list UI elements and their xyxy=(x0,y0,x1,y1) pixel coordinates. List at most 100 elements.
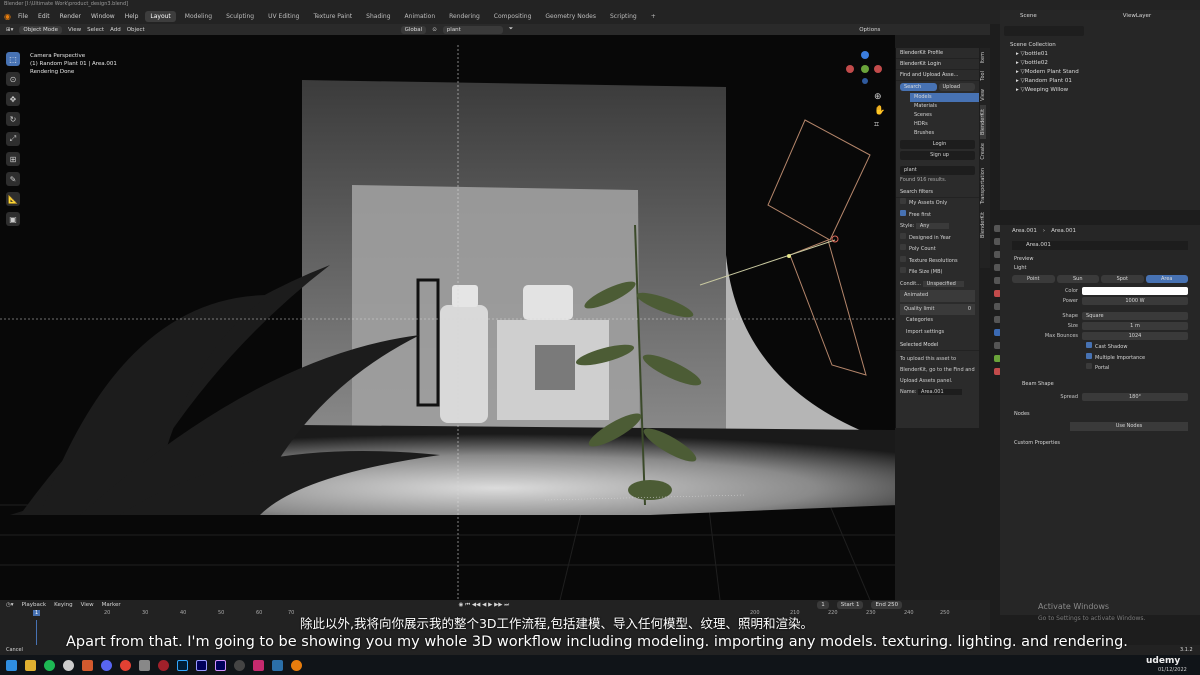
app-icon[interactable] xyxy=(139,659,150,671)
snap-icon[interactable]: ⊙ xyxy=(432,27,437,33)
workspace-tab-rendering[interactable]: Rendering xyxy=(444,11,485,22)
premiere-icon[interactable] xyxy=(196,659,207,671)
menu-view[interactable]: View xyxy=(68,27,81,33)
quality-limit-field[interactable]: Quality limit 0 xyxy=(900,303,975,315)
after-effects-icon[interactable] xyxy=(215,659,226,671)
power-field[interactable]: 1000 W xyxy=(1082,296,1188,305)
poly-count-checkbox[interactable]: Poly Count xyxy=(900,244,979,256)
workspace-tab-compositing[interactable]: Compositing xyxy=(489,11,537,22)
search-tab-button[interactable]: Search xyxy=(900,83,937,91)
workspace-tab-geometry-nodes[interactable]: Geometry Nodes xyxy=(540,11,601,22)
viewlayer-selector[interactable]: ViewLayer xyxy=(1123,13,1151,19)
playback-controls[interactable]: ◉ ⏮ ◀◀ ◀ ▶ ▶▶ ⏭ xyxy=(459,602,510,609)
light-type-area[interactable]: Area xyxy=(1145,275,1188,283)
menu-help[interactable]: Help xyxy=(122,13,142,20)
options-dropdown[interactable]: Options xyxy=(859,27,880,33)
upload-tab-button[interactable]: Upload xyxy=(938,83,975,91)
preview-section[interactable]: Preview xyxy=(1000,254,1200,263)
start-frame-field[interactable]: Start 1 xyxy=(836,601,864,609)
3d-viewport[interactable]: ⊕ ✋ ⌗ xyxy=(0,35,895,600)
vtab-view[interactable]: View xyxy=(980,85,986,105)
playhead[interactable] xyxy=(36,620,37,645)
beam-shape-section[interactable]: Beam Shape xyxy=(1000,380,1200,389)
light-name-field[interactable]: Area.001 xyxy=(1012,241,1188,250)
move-tool-icon[interactable]: ✥ xyxy=(6,92,20,106)
workspace-tab-sculpting[interactable]: Sculpting xyxy=(221,11,259,22)
windows-start-icon[interactable] xyxy=(6,659,17,671)
brave-icon[interactable] xyxy=(82,659,93,671)
file-explorer-icon[interactable] xyxy=(25,659,36,671)
light-type-point[interactable]: Point xyxy=(1012,275,1055,283)
unreal-icon[interactable] xyxy=(234,659,245,671)
workspace-tab-modeling[interactable]: Modeling xyxy=(180,11,217,22)
login-button[interactable]: Login xyxy=(900,140,975,149)
designed-in-year-checkbox[interactable]: Designed in Year xyxy=(900,232,979,245)
shape-dropdown[interactable]: Square xyxy=(1082,311,1188,320)
bottle-left[interactable] xyxy=(440,305,488,423)
timeline-view-menu[interactable]: View xyxy=(81,602,94,608)
vtab-transportation[interactable]: Transportation xyxy=(980,164,986,208)
current-frame-field[interactable]: 1 xyxy=(817,601,829,609)
free-first-checkbox[interactable]: Free first xyxy=(900,209,979,222)
condition-dropdown[interactable]: Condit... Unspecified xyxy=(900,279,979,291)
spotify-icon[interactable] xyxy=(44,659,55,671)
portal-checkbox[interactable]: Portal xyxy=(1086,363,1200,374)
area-light-gizmo[interactable] xyxy=(767,119,871,241)
editor-type-icon[interactable]: ⊞▾ xyxy=(6,27,13,33)
search-filters-toggle[interactable]: Search filters xyxy=(896,187,979,198)
vtab-blenderkit[interactable]: BlenderKit xyxy=(980,104,986,139)
transform-tool-icon[interactable]: ⊞ xyxy=(6,152,20,166)
outliner-item-modern-plant-stand[interactable]: ▸ ▽ Modern Plant Stand xyxy=(1000,67,1200,76)
menu-render[interactable]: Render xyxy=(57,13,84,20)
object-mode-dropdown[interactable]: Object Mode xyxy=(19,25,63,34)
category-materials[interactable]: Materials xyxy=(910,102,979,111)
annotate-tool-icon[interactable]: ✎ xyxy=(6,172,20,186)
outliner-item-weeping-willow[interactable]: ▸ ▽ Weeping Willow xyxy=(1000,85,1200,94)
timeline-tick-current[interactable]: 1 xyxy=(33,610,41,616)
my-assets-only-checkbox[interactable]: My Assets Only xyxy=(900,198,979,210)
signup-button[interactable]: Sign up xyxy=(900,151,975,160)
name-field[interactable]: Name: Area.001 xyxy=(900,387,975,398)
light-type-spot[interactable]: Spot xyxy=(1101,275,1144,283)
selected-model-header[interactable]: Selected Model xyxy=(896,340,979,351)
light-section[interactable]: Light xyxy=(1000,263,1200,272)
light-type-sun[interactable]: Sun xyxy=(1056,275,1099,283)
import-settings-toggle[interactable]: Import settings xyxy=(900,327,979,339)
resolve-icon[interactable] xyxy=(158,659,169,671)
blenderkit-profile-header[interactable]: BlenderKit Profile xyxy=(896,48,979,59)
find-upload-header[interactable]: Find and Upload Asse... xyxy=(896,70,979,81)
category-hdrs[interactable]: HDRs xyxy=(910,120,979,129)
max-bounces-field[interactable]: 1024 xyxy=(1082,331,1188,340)
cast-shadow-checkbox[interactable]: Cast Shadow xyxy=(1086,342,1200,353)
vtab-item[interactable]: Item xyxy=(980,48,986,67)
transform-orientation-dropdown[interactable]: Global xyxy=(400,25,427,34)
navigation-gizmo[interactable] xyxy=(846,51,882,84)
keying-menu[interactable]: Keying xyxy=(54,602,72,608)
file-size-checkbox[interactable]: File Size (MB) xyxy=(900,267,979,279)
vtab-blenderkit-2[interactable]: BlenderKit xyxy=(980,208,986,242)
add-cube-tool-icon[interactable]: ▣ xyxy=(6,212,20,226)
workspace-tab-shading[interactable]: Shading xyxy=(361,11,395,22)
outliner-search-input[interactable] xyxy=(1004,26,1084,36)
chrome-icon[interactable] xyxy=(120,659,131,671)
menu-file[interactable]: File xyxy=(15,13,31,20)
category-models[interactable]: Models xyxy=(910,93,979,102)
photoshop-icon[interactable] xyxy=(177,659,188,671)
header-search-input[interactable]: plant xyxy=(442,25,503,34)
workspace-tab-scripting[interactable]: Scripting xyxy=(605,11,642,22)
scale-tool-icon[interactable]: ⤢ xyxy=(6,132,20,146)
jar[interactable] xyxy=(523,285,573,320)
workspace-tab-uv-editing[interactable]: UV Editing xyxy=(263,11,304,22)
vtab-create[interactable]: Create xyxy=(980,139,986,164)
select-tool-icon[interactable]: ⬚ xyxy=(6,52,20,66)
marker-menu[interactable]: Marker xyxy=(102,602,121,608)
blenderkit-login-header[interactable]: BlenderKit Login xyxy=(896,59,979,70)
rotate-tool-icon[interactable]: ↻ xyxy=(6,112,20,126)
menu-select[interactable]: Select xyxy=(87,27,104,33)
scene-selector[interactable]: Scene xyxy=(1020,13,1037,19)
animated-toggle[interactable]: Animated xyxy=(900,290,975,302)
vtab-tool[interactable]: Tool xyxy=(980,67,986,85)
measure-tool-icon[interactable]: 📐 xyxy=(6,192,20,206)
workspace-tab-layout[interactable]: Layout xyxy=(145,10,176,22)
add-workspace-icon[interactable]: + xyxy=(646,11,661,22)
